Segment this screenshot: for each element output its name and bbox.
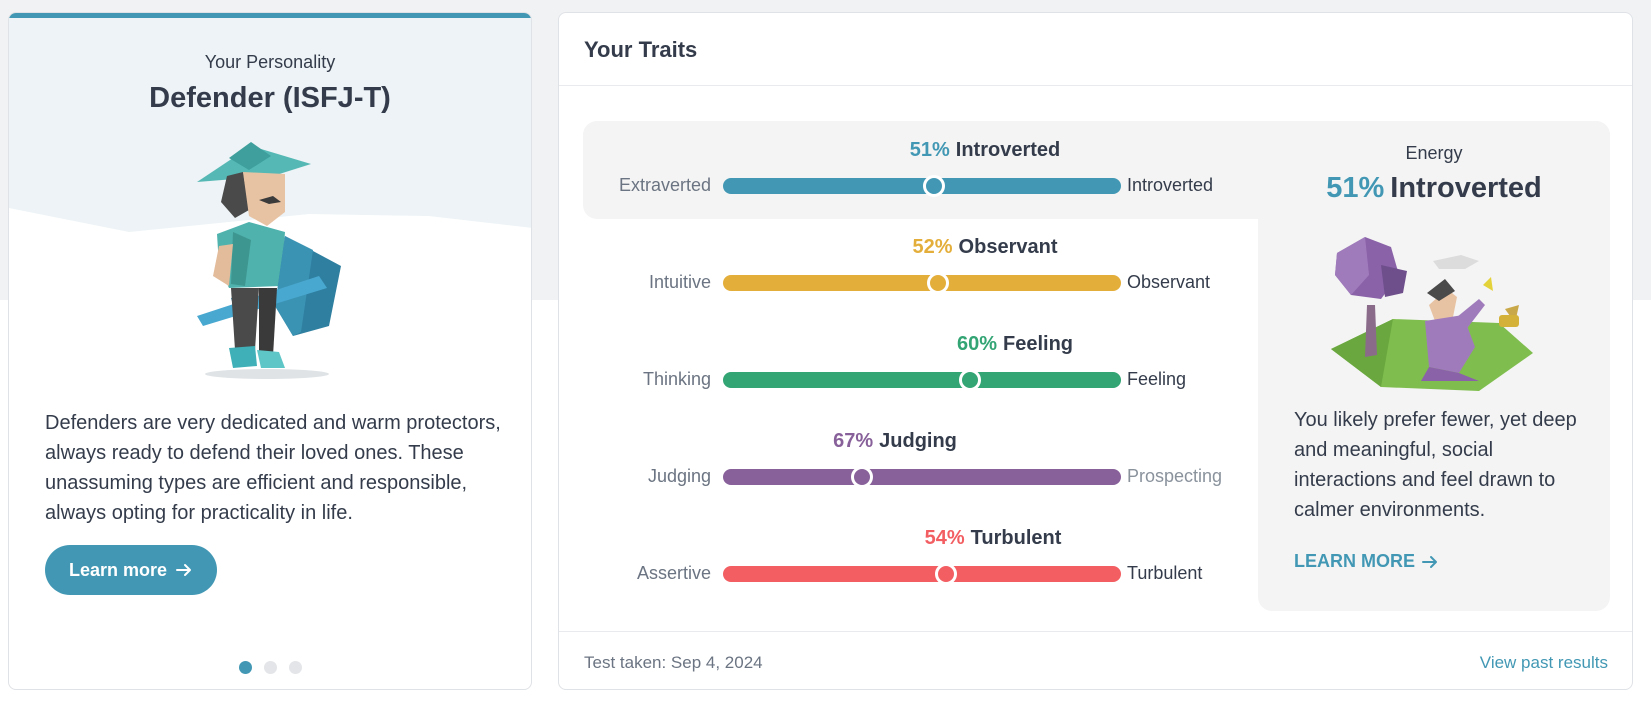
- trait-slider-knob[interactable]: [922, 175, 945, 197]
- trait-left-label: Judging: [647, 466, 711, 486]
- personality-eyebrow: Your Personality: [204, 52, 336, 72]
- trait-bar: [723, 563, 1121, 585]
- trait-left-label: Assertive: [636, 563, 711, 583]
- test-taken-date: Test taken: Sep 4, 2024: [584, 653, 763, 672]
- personality-description: Defenders are very dedicated and warm pr…: [45, 412, 501, 524]
- view-past-results-link[interactable]: View past results: [1480, 653, 1608, 673]
- carousel-dot-1[interactable]: [238, 661, 252, 674]
- carousel-pagination: [9, 661, 531, 674]
- trait-name: Introverted: [955, 139, 1061, 161]
- trait-left-label: Intuitive: [648, 272, 711, 292]
- carousel-dot-2[interactable]: [263, 661, 277, 674]
- trait-bar: [723, 175, 1121, 197]
- trait-percent: 52%: [912, 236, 953, 258]
- trait-slider-knob[interactable]: [934, 563, 957, 585]
- detail-description: You likely prefer fewer, yet deep and me…: [1294, 409, 1577, 521]
- traits-body: 51% Introverted Extraverted Introverted 5…: [559, 85, 1632, 621]
- detail-category-label: Energy: [1405, 143, 1463, 163]
- personality-card: Your Personality Defender (ISFJ-T) Defen…: [8, 12, 532, 690]
- trait-percent: 51%: [909, 139, 950, 161]
- trait-row-mind[interactable]: 52% Observant Intuitive Observant: [583, 218, 1223, 306]
- personality-type-title: Defender (ISFJ-T): [149, 82, 391, 114]
- trait-name: Observant: [958, 236, 1058, 258]
- carousel-dot-3[interactable]: [288, 661, 302, 674]
- arrow-right-icon: [176, 564, 192, 576]
- traits-footer: Test taken: Sep 4, 2024 View past result…: [559, 631, 1632, 691]
- trait-bar: [723, 369, 1121, 391]
- introvert-illustration: [1331, 237, 1533, 391]
- trait-row-identity[interactable]: 54% Turbulent Assertive Turbulent: [583, 509, 1223, 597]
- trait-left-label: Thinking: [642, 369, 711, 389]
- trait-slider-knob[interactable]: [958, 369, 981, 391]
- trait-heading: 60% Feeling: [957, 333, 1073, 356]
- learn-more-button[interactable]: Learn more: [45, 545, 217, 595]
- trait-name: Turbulent: [970, 527, 1062, 549]
- detail-trait-name: Introverted: [1390, 172, 1542, 204]
- trait-name: Judging: [879, 430, 957, 452]
- defender-illustration: [197, 142, 341, 379]
- trait-right-label: Observant: [1127, 272, 1211, 292]
- trait-row-energy[interactable]: 51% Introverted Extraverted Introverted: [583, 121, 1223, 209]
- trait-slider-knob[interactable]: [926, 272, 949, 294]
- trait-right-label: Feeling: [1127, 369, 1187, 389]
- trait-slider-knob[interactable]: [851, 466, 874, 488]
- trait-right-label: Turbulent: [1127, 563, 1203, 583]
- trait-bar: [723, 272, 1121, 294]
- trait-bar: [723, 466, 1121, 488]
- trait-percent: 67%: [833, 430, 874, 452]
- trait-row-tactics[interactable]: 67% Judging Judging Prospecting: [583, 412, 1223, 500]
- trait-heading: 51% Introverted: [910, 139, 1061, 162]
- trait-heading: 54% Turbulent: [925, 527, 1062, 550]
- traits-card: Your Traits 51% Introverted Extraverted I…: [558, 12, 1633, 690]
- trait-right-label: Prospecting: [1127, 466, 1223, 486]
- trait-heading: 52% Observant: [913, 236, 1058, 259]
- arrow-right-icon: [1422, 555, 1437, 568]
- trait-row-nature[interactable]: 60% Feeling Thinking Feeling: [583, 315, 1223, 403]
- trait-left-label: Extraverted: [618, 175, 711, 195]
- trait-right-label: Introverted: [1127, 175, 1214, 195]
- personality-hero: Your Personality Defender (ISFJ-T): [9, 18, 531, 390]
- trait-detail-panel: Energy 51% Introverted You likely prefer…: [1258, 121, 1610, 611]
- trait-heading: 67% Judging: [833, 430, 957, 453]
- detail-learn-more-link[interactable]: LEARN MORE: [1294, 551, 1439, 572]
- traits-header: Your Traits: [559, 13, 1632, 86]
- learn-more-label: Learn more: [68, 559, 168, 580]
- traits-title: Your Traits: [584, 37, 698, 62]
- detail-link-label: LEARN MORE: [1294, 551, 1415, 571]
- trait-name: Feeling: [1003, 333, 1074, 355]
- trait-percent: 54%: [924, 527, 965, 549]
- trait-percent: 60%: [956, 333, 998, 355]
- detail-percent: 51%: [1326, 172, 1385, 204]
- detail-title: 51% Introverted: [1258, 172, 1610, 205]
